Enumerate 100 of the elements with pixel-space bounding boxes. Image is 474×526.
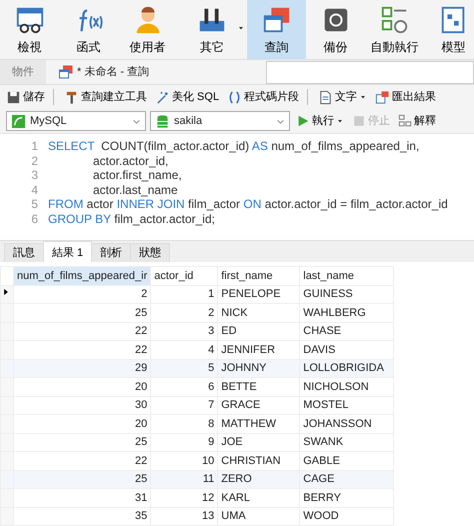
toolbar-button[interactable]: 執行 bbox=[294, 112, 346, 130]
table-cell: DAVIS bbox=[300, 340, 394, 359]
table-cell: UMA bbox=[218, 507, 300, 526]
table-cell: 11 bbox=[150, 470, 218, 488]
result-tab[interactable]: 結果 1 bbox=[43, 240, 92, 262]
toolbar-button[interactable]: 程式碼片段 bbox=[225, 88, 308, 106]
ribbon-button[interactable]: 查詢 bbox=[247, 0, 306, 59]
table-cell: ED bbox=[218, 322, 300, 340]
table-cell: PENELOPE bbox=[218, 285, 300, 304]
export-icon bbox=[375, 90, 390, 104]
table-cell: 7 bbox=[150, 396, 218, 414]
hammer-icon bbox=[64, 90, 79, 104]
toolbar-button[interactable]: 匯出結果 bbox=[373, 88, 438, 106]
document-tab[interactable]: * 未命名 - 查詢 bbox=[46, 60, 266, 84]
table-cell: BETTE bbox=[218, 378, 300, 396]
line-number: 3 bbox=[30, 168, 38, 182]
table-cell: 6 bbox=[150, 378, 218, 396]
table-cell: MATTHEW bbox=[218, 414, 300, 433]
schedule-icon bbox=[380, 5, 410, 35]
column-header[interactable]: last_name bbox=[300, 266, 394, 285]
table-cell: MOSTEL bbox=[300, 396, 394, 414]
table-cell: 31 bbox=[14, 488, 151, 507]
database-select[interactable]: sakila bbox=[150, 111, 290, 131]
caret-icon bbox=[359, 93, 368, 101]
caret-icon bbox=[336, 117, 344, 125]
query-icon bbox=[58, 64, 74, 80]
table-cell: KARL bbox=[218, 488, 300, 507]
table-icon bbox=[14, 5, 44, 35]
table-cell: 22 bbox=[14, 452, 151, 470]
caret-icon bbox=[237, 24, 245, 32]
table-cell: 10 bbox=[150, 452, 218, 470]
table-cell: LOLLOBRIGIDA bbox=[300, 359, 394, 378]
table-cell: NICHOLSON bbox=[300, 378, 394, 396]
table-cell: 2 bbox=[14, 285, 151, 304]
stop-icon bbox=[352, 114, 366, 128]
table-cell: 9 bbox=[150, 433, 218, 452]
table-cell: CHRISTIAN bbox=[218, 452, 300, 470]
table-cell: NICK bbox=[218, 304, 300, 322]
code-line: actor.first_name, bbox=[93, 168, 182, 182]
ribbon-button[interactable]: 備份 bbox=[306, 0, 365, 59]
table-cell: 12 bbox=[150, 488, 218, 507]
table-cell: GRACE bbox=[218, 396, 300, 414]
table-cell: 30 bbox=[14, 396, 151, 414]
line-number: 5 bbox=[30, 197, 38, 212]
database-icon bbox=[155, 114, 170, 128]
result-tab[interactable]: 剖析 bbox=[91, 242, 132, 262]
parentheses-icon bbox=[227, 90, 242, 104]
table-cell: 5 bbox=[150, 359, 218, 378]
column-header[interactable]: num_of_films_appeared_ir bbox=[14, 266, 151, 285]
table-cell: JOE bbox=[218, 433, 300, 452]
table-cell: 20 bbox=[14, 378, 151, 396]
table-cell: JOHNNY bbox=[218, 359, 300, 378]
toolbar-button[interactable]: 解釋 bbox=[396, 112, 438, 130]
table-cell: JOHANSSON bbox=[300, 414, 394, 433]
connection-icon bbox=[11, 114, 26, 128]
line-number: 4 bbox=[30, 182, 38, 197]
table-cell: 1 bbox=[150, 285, 218, 304]
column-header[interactable]: first_name bbox=[218, 266, 300, 285]
table-cell: GUINESS bbox=[300, 285, 394, 304]
ribbon-button[interactable]: 模型 bbox=[424, 0, 474, 59]
ribbon-button[interactable]: 自動執行 bbox=[365, 0, 424, 59]
table-cell: BERRY bbox=[300, 488, 394, 507]
ribbon-button[interactable]: 使用者 bbox=[118, 0, 177, 59]
toolbar-button[interactable]: 儲存 bbox=[4, 88, 54, 106]
wand-icon bbox=[155, 90, 170, 104]
ribbon-button[interactable]: 函式 bbox=[59, 0, 118, 59]
table-cell: 25 bbox=[14, 304, 151, 322]
query-icon bbox=[262, 5, 292, 35]
code-line: FROM actor INNER JOIN film_actor ON actor.actor_id = film_actor.actor_id bbox=[48, 197, 448, 211]
column-header[interactable]: actor_id bbox=[150, 266, 218, 285]
result-tab[interactable]: 訊息 bbox=[4, 242, 44, 262]
line-number: 2 bbox=[30, 154, 38, 168]
ribbon-button[interactable]: 其它 bbox=[177, 0, 247, 59]
toolbar-button[interactable]: 查詢建立工具 bbox=[62, 88, 149, 106]
table-cell: 2 bbox=[150, 304, 218, 322]
table-cell: 8 bbox=[150, 414, 218, 433]
table-cell: CAGE bbox=[300, 470, 394, 488]
table-cell: 35 bbox=[14, 507, 151, 526]
save-icon bbox=[6, 90, 21, 104]
table-cell: 3 bbox=[150, 322, 218, 340]
table-cell: 22 bbox=[14, 322, 151, 340]
ribbon-button[interactable]: 檢視 bbox=[0, 0, 59, 59]
table-cell: 29 bbox=[14, 359, 151, 378]
search-field[interactable] bbox=[266, 61, 474, 84]
toolbar-button[interactable]: 文字 bbox=[316, 88, 370, 106]
table-cell: 22 bbox=[14, 340, 151, 359]
table-cell: 25 bbox=[14, 470, 151, 488]
table-cell: ZERO bbox=[218, 470, 300, 488]
toolbar-button[interactable]: 美化 SQL bbox=[153, 88, 222, 106]
code-line: SELECT COUNT(film_actor.actor_id) AS num_of_films_appeared_in, bbox=[48, 139, 420, 153]
connection-select[interactable]: MySQL bbox=[6, 111, 146, 131]
code-line: actor.actor_id, bbox=[93, 154, 168, 168]
row-selector[interactable] bbox=[0, 285, 14, 304]
line-number: 6 bbox=[30, 212, 38, 226]
table-cell: 4 bbox=[150, 340, 218, 359]
code-line: GROUP BY film_actor.actor_id; bbox=[48, 212, 215, 226]
play-icon bbox=[296, 114, 310, 128]
result-tab[interactable]: 狀態 bbox=[130, 242, 170, 262]
document-tab[interactable]: 物件 bbox=[0, 60, 46, 84]
table-cell: 20 bbox=[14, 414, 151, 433]
